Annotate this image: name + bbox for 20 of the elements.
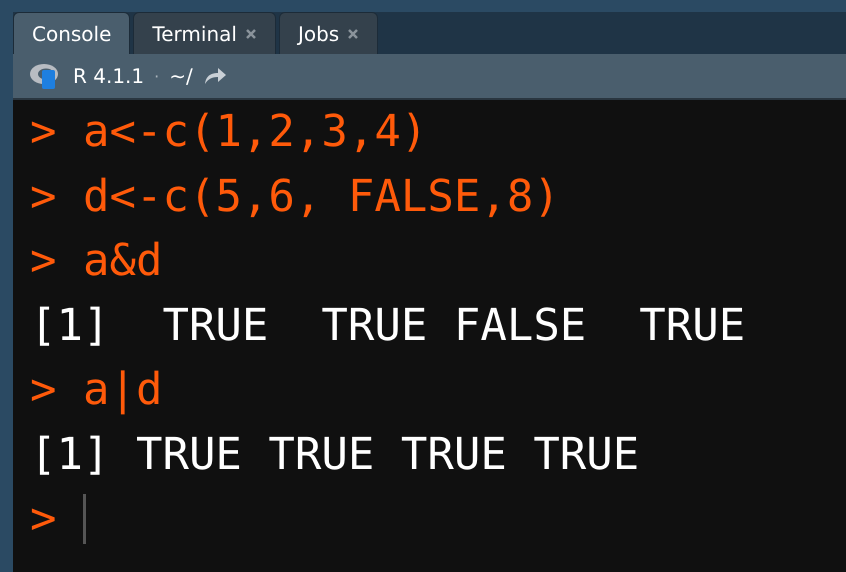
code-line: a<-c(1,2,3,4): [83, 105, 428, 159]
close-icon[interactable]: [347, 28, 360, 40]
tab[interactable]: Jobs: [278, 12, 378, 54]
prompt-symbol: >: [30, 363, 56, 417]
prompt-symbol: >: [30, 170, 56, 224]
prompt-symbol: >: [30, 492, 56, 546]
code-line: d<-c(5,6, FALSE,8): [83, 170, 560, 224]
code-line: a&d: [83, 234, 162, 288]
tab[interactable]: Terminal: [133, 12, 276, 54]
prompt-symbol: >: [30, 105, 56, 159]
output-line: [1] TRUE TRUE TRUE TRUE: [30, 428, 640, 482]
output-line: [1] TRUE TRUE FALSE TRUE: [30, 298, 746, 352]
arrow-icon[interactable]: [202, 67, 227, 85]
r-version: R 4.1.1: [73, 64, 144, 88]
close-icon[interactable]: [244, 28, 257, 40]
prompt-symbol: >: [30, 234, 56, 288]
working-directory[interactable]: ~/: [169, 64, 193, 88]
tab[interactable]: Console: [13, 12, 130, 54]
code-line: a|d: [83, 363, 162, 417]
separator-dot: ·: [154, 66, 160, 86]
